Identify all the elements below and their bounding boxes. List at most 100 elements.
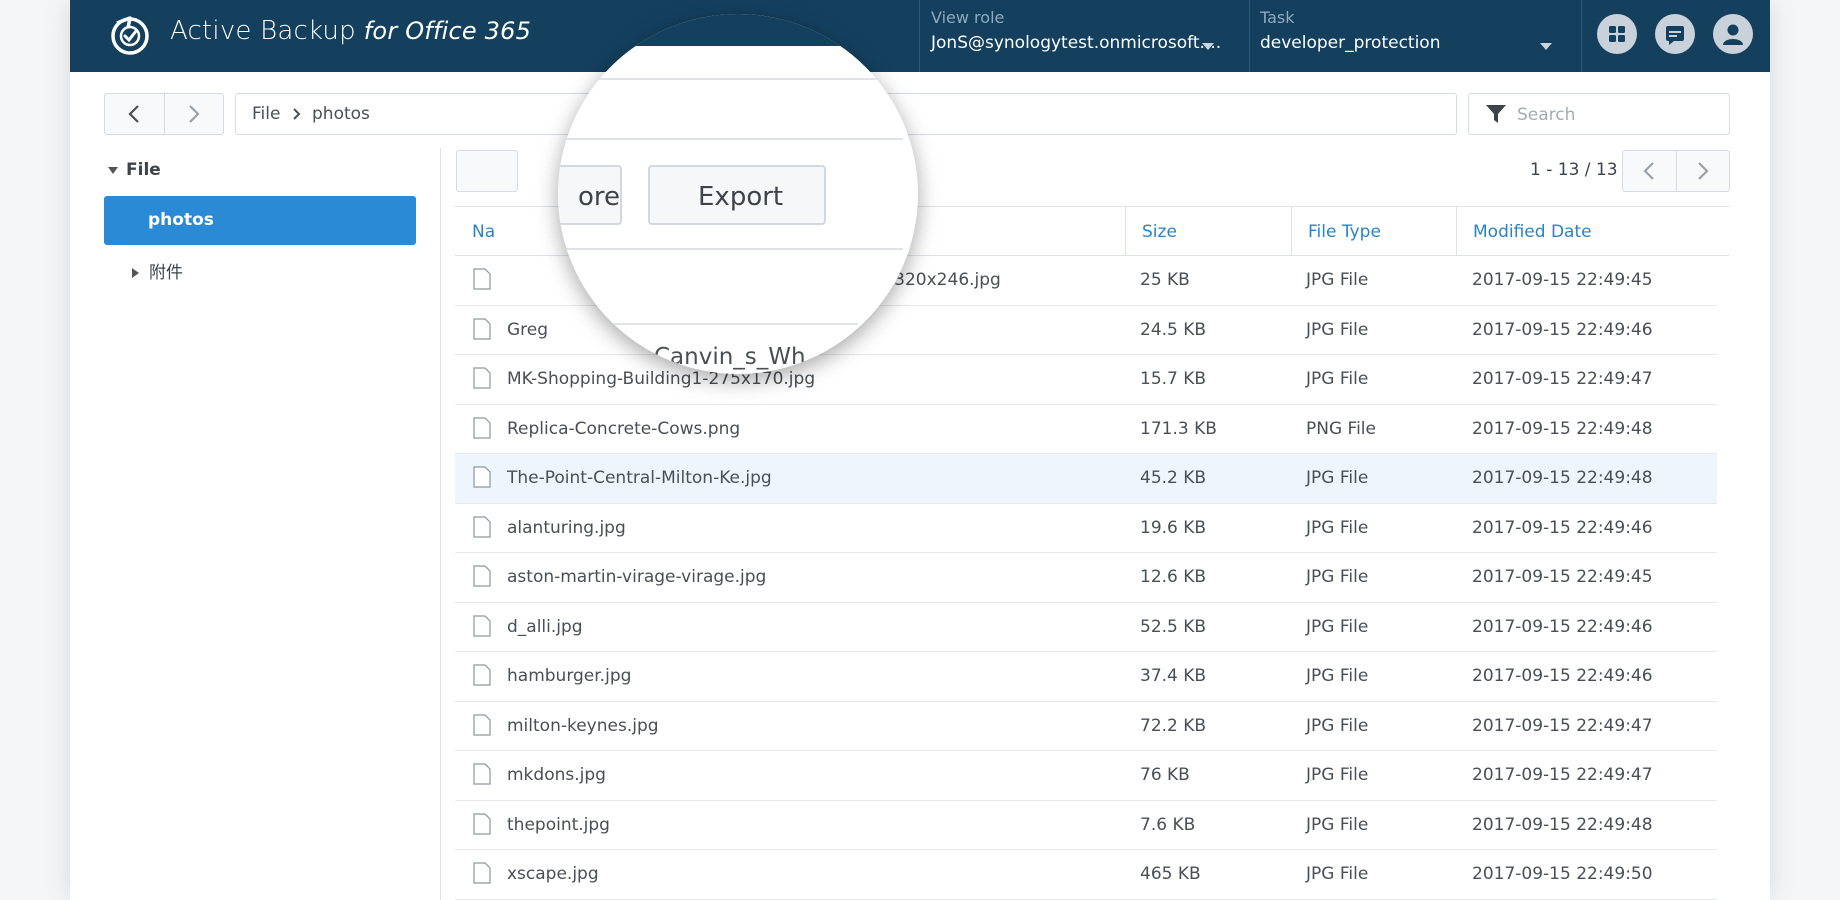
breadcrumb-root[interactable]: File [252, 104, 280, 124]
pagination-info: 1 - 13 / 13 [1530, 160, 1618, 180]
table-row[interactable]: The-Point-Central-Milton-Ke.jpg 45.2 KB … [455, 454, 1717, 504]
file-date: 2017-09-15 22:49:48 [1472, 418, 1653, 439]
app-title: Active Backup for Office 365 [170, 16, 532, 46]
file-name: milton-keynes.jpg [507, 715, 659, 736]
chevron-down-icon [1202, 43, 1214, 50]
header-divider [1249, 0, 1250, 72]
breadcrumb-current: photos [312, 104, 370, 124]
file-size: 25 KB [1140, 270, 1190, 290]
zoom-magnifier: ore Export Canvin_s_Wh [558, 14, 918, 374]
chevron-left-icon [1643, 162, 1654, 180]
prev-page-button[interactable] [1623, 151, 1676, 191]
restore-button[interactable]: ore [558, 165, 622, 225]
task-label: Task [1260, 8, 1295, 27]
column-date-header[interactable]: Modified Date [1473, 222, 1592, 242]
back-button[interactable] [105, 94, 164, 134]
file-date: 2017-09-15 22:49:50 [1472, 864, 1653, 884]
file-type: JPG File [1306, 715, 1369, 736]
file-type: JPG File [1306, 666, 1369, 686]
header-divider [1581, 0, 1582, 72]
file-date: 2017-09-15 22:49:47 [1472, 369, 1653, 389]
file-date: 2017-09-15 22:49:46 [1472, 319, 1653, 340]
file-type: JPG File [1306, 567, 1369, 587]
next-page-button[interactable] [1677, 151, 1730, 191]
file-date: 2017-09-15 22:49:46 [1472, 666, 1653, 686]
view-role-label: View role [931, 8, 1005, 27]
top-header: Active Backup for Office 365 View role Jo… [70, 0, 1770, 72]
file-date: 2017-09-15 22:49:46 [1472, 517, 1653, 538]
file-type: JPG File [1306, 369, 1369, 389]
file-date: 2017-09-15 22:49:47 [1472, 715, 1653, 736]
search-input[interactable] [1515, 102, 1719, 128]
file-type: JPG File [1306, 616, 1369, 637]
column-divider [1125, 207, 1126, 255]
file-icon [473, 763, 491, 785]
nav-button-group [104, 93, 224, 135]
file-name: hamburger.jpg [507, 666, 632, 686]
file-name: aston-martin-virage-virage.jpg [507, 567, 767, 587]
file-size: 465 KB [1140, 864, 1201, 884]
file-name: Replica-Concrete-Cows.png [507, 418, 741, 439]
tree-root-file[interactable]: File [108, 160, 161, 180]
caret-right-icon [132, 268, 139, 278]
file-name: alanturing.jpg [507, 517, 626, 538]
tree-item-photos[interactable]: photos [104, 196, 416, 245]
message-icon[interactable] [1655, 14, 1695, 54]
restore-button[interactable] [456, 150, 518, 192]
file-type: JPG File [1306, 765, 1369, 785]
file-type: JPG File [1306, 319, 1369, 340]
magnified-divider [558, 138, 903, 140]
file-size: 52.5 KB [1140, 616, 1207, 637]
file-size: 19.6 KB [1140, 517, 1207, 538]
file-icon [473, 664, 491, 686]
table-row[interactable]: milton-keynes.jpg 72.2 KB JPG File 2017-… [455, 702, 1717, 751]
export-button[interactable]: Export [648, 165, 826, 225]
file-name: d_alli.jpg [507, 616, 583, 637]
file-icon [473, 515, 491, 538]
table-row[interactable]: alanturing.jpg 19.6 KB JPG File 2017-09-… [455, 504, 1717, 553]
file-list: _bridge-320x246.jpg 25 KB JPG File 2017-… [455, 256, 1717, 900]
apps-grid-icon[interactable] [1597, 14, 1637, 54]
magnified-file-name: Canvin_s_Wh [654, 344, 806, 370]
file-size: 24.5 KB [1140, 319, 1207, 340]
file-icon [473, 565, 491, 587]
tree-item-attachments[interactable]: 附件 [132, 258, 183, 283]
task-dropdown[interactable]: Task developer_protection [1260, 8, 1560, 68]
header-divider [919, 0, 920, 72]
file-icon [473, 416, 491, 439]
table-row[interactable]: hamburger.jpg 37.4 KB JPG File 2017-09-1… [455, 652, 1717, 702]
column-name-header[interactable]: Na [472, 222, 495, 242]
column-size-header[interactable]: Size [1142, 222, 1177, 242]
view-role-value: JonS@synologytest.onmicrosoft.... [931, 33, 1222, 53]
file-name: MK-Shopping-Building1-275x170.jpg [507, 369, 816, 389]
file-icon [473, 614, 491, 637]
table-row[interactable]: MK-Shopping-Building1-275x170.jpg 15.7 K… [455, 355, 1717, 405]
user-icon[interactable] [1713, 14, 1753, 54]
file-size: 12.6 KB [1140, 567, 1207, 587]
table-row[interactable]: d_alli.jpg 52.5 KB JPG File 2017-09-15 2… [455, 603, 1717, 652]
file-type: JPG File [1306, 814, 1369, 835]
file-name: xscape.jpg [507, 864, 599, 884]
file-size: 15.7 KB [1140, 369, 1207, 389]
file-size: 7.6 KB [1140, 814, 1196, 835]
view-role-dropdown[interactable]: View role JonS@synologytest.onmicrosoft.… [931, 8, 1222, 68]
file-icon [473, 317, 491, 340]
column-type-header[interactable]: File Type [1308, 222, 1381, 242]
table-row[interactable]: mkdons.jpg 76 KB JPG File 2017-09-15 22:… [455, 751, 1717, 801]
forward-button[interactable] [165, 94, 224, 134]
pane-divider [440, 148, 441, 900]
column-divider [1291, 207, 1292, 255]
table-row[interactable]: thepoint.jpg 7.6 KB JPG File 2017-09-15 … [455, 801, 1717, 850]
file-date: 2017-09-15 22:49:48 [1472, 814, 1653, 835]
file-type: JPG File [1306, 468, 1369, 488]
filter-icon[interactable] [1485, 104, 1507, 124]
file-size: 76 KB [1140, 765, 1190, 785]
table-row[interactable]: aston-martin-virage-virage.jpg 12.6 KB J… [455, 553, 1717, 603]
magnified-divider [558, 248, 903, 250]
table-row[interactable]: xscape.jpg 465 KB JPG File 2017-09-15 22… [455, 850, 1717, 900]
file-type: JPG File [1306, 517, 1369, 538]
table-row[interactable]: Replica-Concrete-Cows.png 171.3 KB PNG F… [455, 405, 1717, 454]
file-name: thepoint.jpg [507, 814, 610, 835]
file-name: Greg [507, 319, 549, 340]
pagination-buttons [1622, 150, 1730, 192]
